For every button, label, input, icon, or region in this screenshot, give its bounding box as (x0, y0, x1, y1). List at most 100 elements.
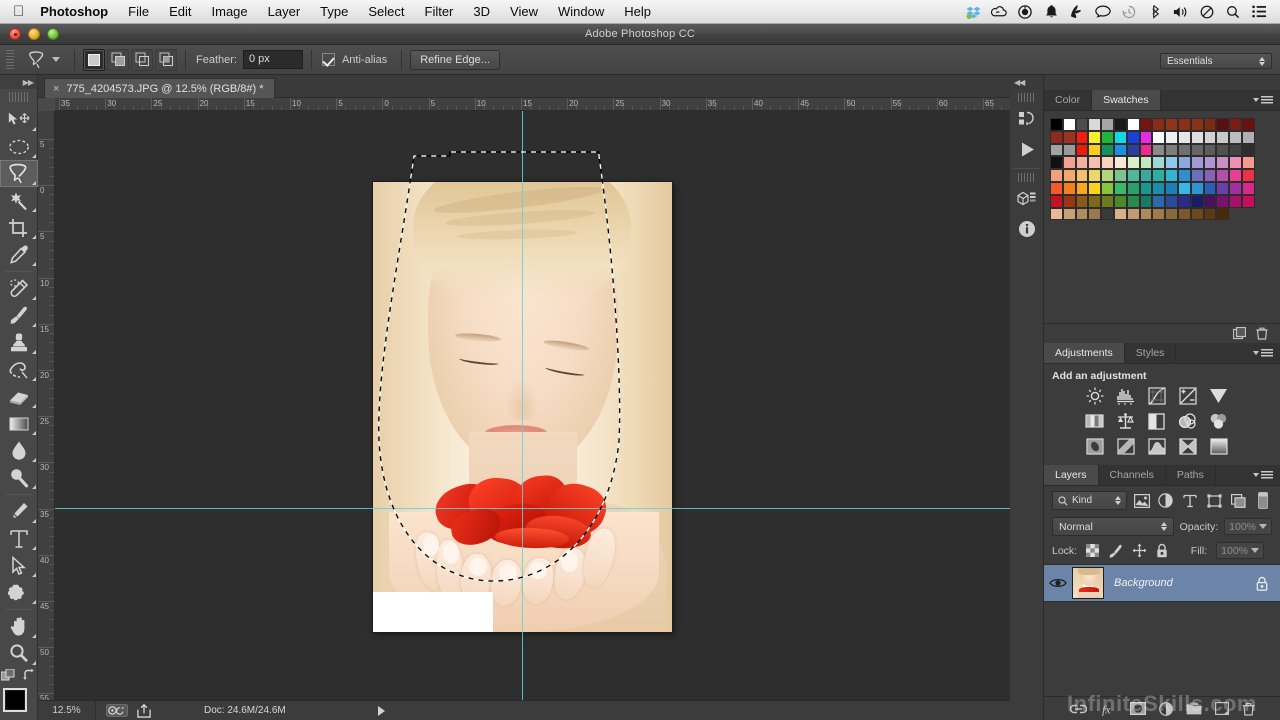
swatch-6[interactable] (1126, 118, 1140, 131)
swatch-118[interactable] (1126, 207, 1140, 221)
brush-tool[interactable] (0, 302, 38, 329)
swatch-22[interactable] (1126, 130, 1140, 144)
tool-flyout-indicator[interactable] (28, 600, 36, 604)
tool-flyout-indicator[interactable] (28, 350, 36, 354)
layer-name[interactable]: Background (1104, 577, 1173, 589)
tool-flyout-indicator[interactable] (28, 377, 36, 381)
swatch-76[interactable] (1203, 169, 1217, 182)
swatch-42[interactable] (1177, 143, 1191, 157)
swatch-78[interactable] (1229, 169, 1242, 182)
swatch-16[interactable] (1050, 130, 1063, 144)
levels-icon[interactable] (1115, 386, 1136, 406)
swatch-34[interactable] (1075, 143, 1089, 157)
swatch-29[interactable] (1216, 130, 1230, 144)
swatch-35[interactable] (1088, 143, 1102, 157)
intersect-selection-button[interactable] (155, 48, 177, 71)
tool-preset-picker[interactable] (20, 49, 66, 71)
black-white-icon[interactable] (1115, 411, 1136, 431)
swatch-113[interactable] (1062, 207, 1076, 221)
menu-item-layer[interactable]: Layer (258, 0, 311, 24)
swatch-85[interactable] (1113, 181, 1127, 195)
swatch-75[interactable] (1190, 169, 1204, 182)
dock-grip-1[interactable] (1017, 93, 1036, 102)
swatch-41[interactable] (1165, 143, 1178, 157)
camera-settings-icon[interactable] (106, 704, 128, 717)
chevron-down-icon[interactable] (1259, 524, 1267, 529)
swatch-79[interactable] (1241, 169, 1255, 182)
swatch-60[interactable] (1203, 156, 1217, 170)
swatch-81[interactable] (1062, 181, 1076, 195)
anti-alias-checkbox[interactable] (321, 53, 335, 66)
swatch-116[interactable] (1101, 207, 1114, 221)
filter-shape-icon[interactable] (1205, 491, 1223, 510)
pen-tool[interactable] (0, 498, 38, 525)
swatch-107[interactable] (1190, 194, 1204, 208)
tool-flyout-indicator[interactable] (28, 485, 36, 489)
apple-logo-icon[interactable]:  (0, 4, 38, 19)
volume-icon[interactable] (1168, 0, 1194, 24)
filter-smart-object-icon[interactable] (1230, 491, 1248, 510)
swatch-67[interactable] (1088, 169, 1102, 182)
swatch-66[interactable] (1075, 169, 1089, 182)
actions-play-icon[interactable] (1010, 134, 1044, 164)
default-colors-icon[interactable] (0, 669, 15, 682)
close-button[interactable] (9, 28, 21, 40)
swatch-19[interactable] (1088, 130, 1102, 144)
tool-flyout-indicator[interactable] (28, 208, 36, 212)
swatch-20[interactable] (1101, 130, 1114, 144)
tool-flyout-indicator[interactable] (28, 661, 36, 665)
swatch-59[interactable] (1190, 156, 1204, 170)
custom-shape-tool[interactable] (0, 579, 38, 606)
swatch-48[interactable] (1050, 156, 1063, 170)
swatch-56[interactable] (1152, 156, 1166, 170)
blend-mode-select[interactable]: Normal (1052, 517, 1174, 536)
gradient-tool[interactable] (0, 410, 38, 437)
color-balance-icon[interactable] (1084, 411, 1105, 431)
info-icon[interactable] (1010, 214, 1044, 244)
swatch-55[interactable] (1139, 156, 1153, 170)
swatch-62[interactable] (1229, 156, 1242, 170)
eraser-tool[interactable] (0, 383, 38, 410)
chevron-down-icon[interactable] (1251, 548, 1259, 553)
filter-type-icon[interactable] (1181, 491, 1199, 510)
tool-flyout-indicator[interactable] (28, 323, 36, 327)
swatch-110[interactable] (1229, 194, 1242, 208)
subtract-from-selection-button[interactable] (131, 48, 153, 71)
swatch-97[interactable] (1062, 194, 1076, 208)
tool-flyout-indicator[interactable] (28, 431, 36, 435)
move-tool[interactable] (0, 106, 38, 133)
vibrance-icon[interactable] (1208, 386, 1229, 406)
filter-toggle-icon[interactable] (1254, 491, 1272, 510)
eyedropper-tool[interactable] (0, 241, 38, 268)
swatch-105[interactable] (1165, 194, 1178, 208)
document-tab[interactable]: × 775_4204573.JPG @ 12.5% (RGB/8#) * (44, 78, 275, 98)
menu-item-view[interactable]: View (500, 0, 548, 24)
swatch-65[interactable] (1062, 169, 1076, 182)
swatch-108[interactable] (1203, 194, 1217, 208)
swatch-73[interactable] (1165, 169, 1178, 182)
horizontal-guide[interactable] (55, 508, 1042, 509)
swatch-1[interactable] (1062, 118, 1076, 131)
toolbox-grip[interactable] (8, 92, 29, 102)
swatch-10[interactable] (1177, 118, 1191, 131)
tab-styles[interactable]: Styles (1124, 343, 1177, 363)
layer-visibility-toggle[interactable] (1044, 577, 1072, 589)
swatch-63[interactable] (1241, 156, 1255, 170)
menu-item-photoshop[interactable]: Photoshop (38, 0, 118, 24)
swatch-124[interactable] (1203, 207, 1217, 221)
swatch-119[interactable] (1139, 207, 1153, 221)
hand-tool[interactable] (0, 613, 38, 640)
blur-tool[interactable] (0, 437, 38, 464)
swatch-95[interactable] (1241, 181, 1255, 195)
swatch-72[interactable] (1152, 169, 1166, 182)
swatch-87[interactable] (1139, 181, 1153, 195)
lock-transparent-pixels-icon[interactable] (1086, 544, 1100, 557)
swatch-61[interactable] (1216, 156, 1230, 170)
layer-style-icon[interactable]: fx (1100, 702, 1117, 716)
swatch-80[interactable] (1050, 181, 1063, 195)
swatch-77[interactable] (1216, 169, 1230, 182)
new-fill-adjustment-icon[interactable] (1158, 701, 1173, 716)
new-group-icon[interactable] (1186, 702, 1202, 715)
tool-flyout-indicator[interactable] (28, 127, 36, 131)
play-triangle-icon[interactable] (377, 705, 385, 716)
